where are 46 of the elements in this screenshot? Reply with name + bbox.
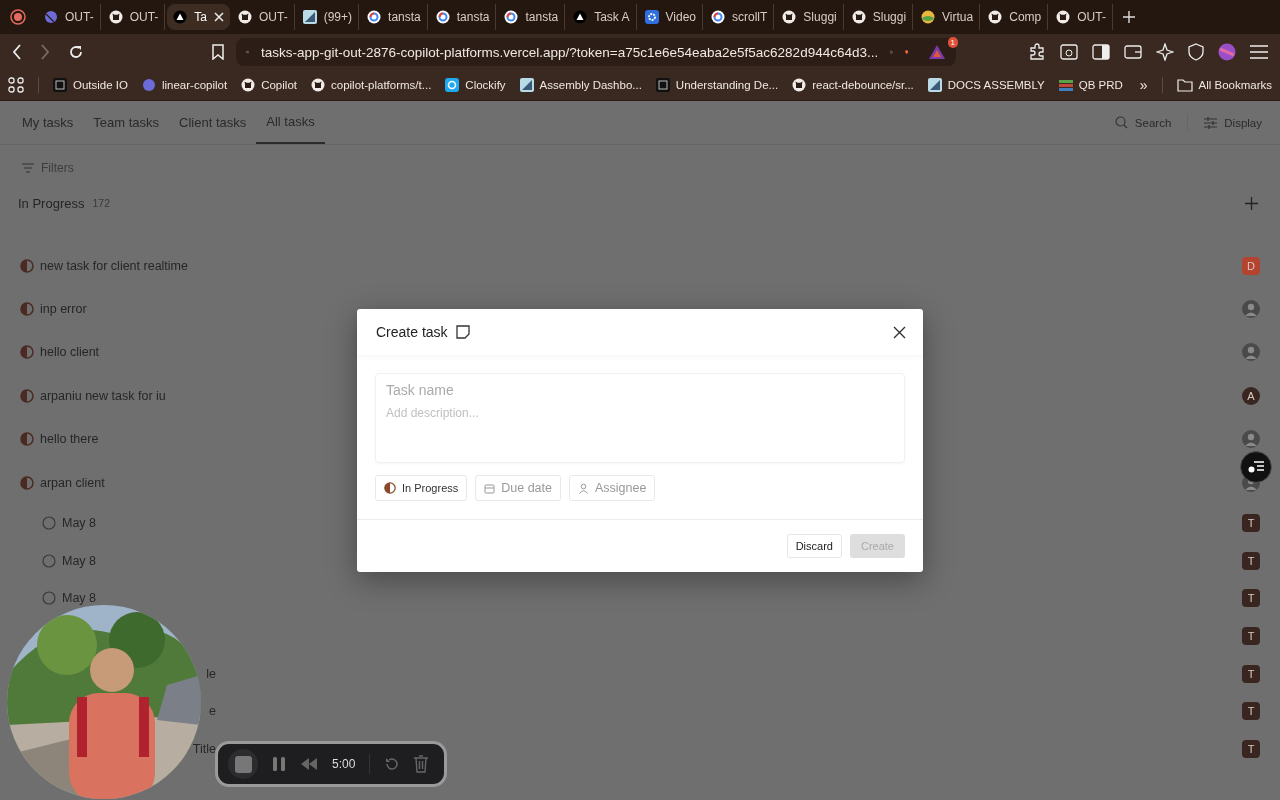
all-bookmarks-link[interactable]: All Bookmarks bbox=[1176, 78, 1272, 92]
browser-tab[interactable]: Sluggi bbox=[776, 4, 844, 30]
browser-tab[interactable]: OUT- bbox=[232, 4, 295, 30]
more-bookmarks-button[interactable]: » bbox=[1139, 77, 1148, 93]
letter-avatar: T bbox=[1242, 664, 1260, 683]
browser-tab[interactable]: Virtua bbox=[915, 4, 981, 30]
letter-avatar: T bbox=[1242, 551, 1260, 570]
task-input-field[interactable]: Task name Add description... bbox=[375, 373, 905, 463]
group-title: In Progress bbox=[18, 195, 85, 211]
letter-avatar: A bbox=[1242, 386, 1260, 405]
browser-tab[interactable]: tansta bbox=[429, 4, 497, 30]
browser-tab[interactable]: tansta bbox=[361, 4, 428, 30]
browser-tab[interactable]: Comp bbox=[982, 4, 1049, 30]
recording-timer: 5:00 bbox=[332, 757, 356, 771]
browser-tab[interactable]: OUT- bbox=[102, 4, 166, 30]
browser-tab[interactable]: Sluggi bbox=[845, 4, 914, 30]
letter-avatar: T bbox=[1242, 739, 1260, 758]
url-text: tasks-app-git-out-2876-copilot-platforms.vercel.app/?token=a75c1e6e54eaba2e5f5ac6282d944c64d3... bbox=[260, 44, 879, 60]
notification-badge: 1 bbox=[947, 37, 958, 48]
address-bar[interactable]: tasks-app-git-out-2876-copilot-platforms.vercel.app/?token=a75c1e6e54eaba2e5f5ac6282d944c64d3... 1 bbox=[236, 38, 956, 66]
bookmark-link[interactable]: Outside IO bbox=[53, 78, 128, 92]
dialog-title: Create task bbox=[376, 324, 448, 340]
browser-tab[interactable]: (99+) bbox=[296, 4, 360, 30]
bookmark-link[interactable]: linear-copilot bbox=[141, 78, 228, 92]
bookmark-link[interactable]: react-debounce/sr... bbox=[792, 78, 914, 92]
browser-tab[interactable]: Task A bbox=[567, 4, 637, 30]
browser-tab[interactable]: OUT- bbox=[1050, 4, 1113, 30]
letter-avatar: T bbox=[1242, 589, 1260, 608]
bookmark-link[interactable]: copilot-platforms/t... bbox=[311, 78, 432, 92]
bookmark-link[interactable]: QB PRD bbox=[1058, 78, 1123, 92]
bookmark-link[interactable]: DOCS ASSEMBLY bbox=[927, 78, 1045, 92]
letter-avatar: T bbox=[1242, 702, 1260, 721]
bookmark-link[interactable]: Clockify bbox=[445, 78, 506, 92]
discard-button[interactable]: Discard bbox=[786, 534, 842, 558]
browser-tab[interactable]: tansta bbox=[498, 4, 566, 30]
letter-avatar: T bbox=[1242, 626, 1260, 645]
bookmark-link[interactable]: Understanding De... bbox=[655, 78, 779, 92]
letter-avatar: T bbox=[1242, 514, 1260, 533]
browser-tab[interactable]: Video bbox=[638, 4, 703, 30]
letter-avatar: D bbox=[1242, 256, 1260, 275]
browser-tab[interactable]: OUT- bbox=[38, 4, 101, 30]
browser-tab[interactable]: scrollT bbox=[705, 4, 775, 30]
browser-tab[interactable]: Ta bbox=[167, 4, 231, 30]
bookmark-link[interactable]: Copilot bbox=[241, 78, 297, 92]
property-chip[interactable]: In Progress bbox=[375, 475, 468, 501]
bookmark-link[interactable]: Assembly Dashbo... bbox=[519, 78, 642, 92]
